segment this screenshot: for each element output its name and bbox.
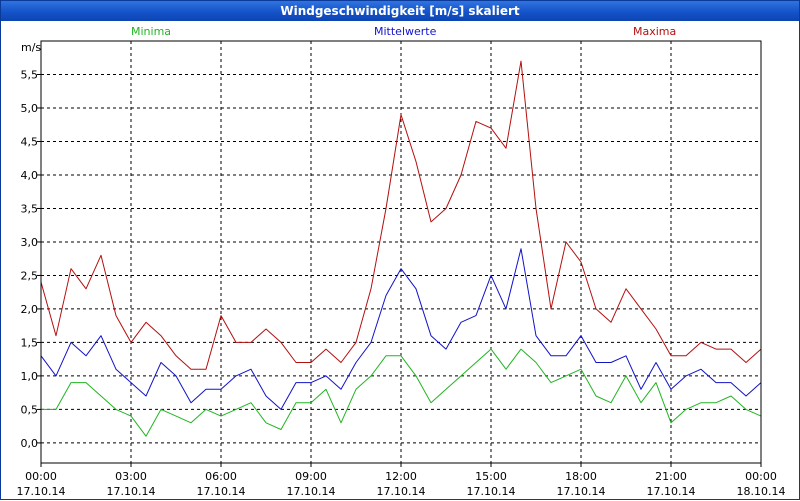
- x-tick-time: 12:00: [385, 470, 417, 483]
- x-tick-date: 17.10.14: [287, 485, 336, 498]
- grid-lines: [41, 41, 761, 463]
- x-tick-time: 21:00: [655, 470, 687, 483]
- x-tick-date: 18.10.14: [737, 485, 786, 498]
- x-tick-date: 17.10.14: [467, 485, 516, 498]
- y-tick-label: 2,0: [21, 303, 39, 316]
- y-tick-label: 4,5: [21, 135, 39, 148]
- x-tick-time: 00:00: [25, 470, 57, 483]
- y-tick-label: 0,0: [21, 437, 39, 450]
- series-line-minima: [41, 348, 762, 437]
- line-chart: 0,0 0,5 1,0 1,5 2,0 2,5 3,0 3,5 4,0 4,5 5,0 5,5 00:…: [17, 40, 786, 498]
- x-tick-time: 03:00: [115, 470, 147, 483]
- x-tick-date: 17.10.14: [17, 485, 66, 498]
- x-tick-time: 06:00: [205, 470, 237, 483]
- legend-mittelwerte: Mittelwerte: [374, 25, 437, 38]
- x-tick-date: 17.10.14: [107, 485, 156, 498]
- chart-window: Windgeschwindigkeit [m/s] skaliert 0,0 0,…: [0, 0, 800, 500]
- x-tick-time: 00:00: [745, 470, 777, 483]
- y-tick-label: 0,5: [21, 403, 39, 416]
- y-tick-label: 1,5: [21, 336, 39, 349]
- x-tick-time: 18:00: [565, 470, 597, 483]
- x-tick-date: 17.10.14: [557, 485, 606, 498]
- x-tick-date: 17.10.14: [377, 485, 426, 498]
- x-tick-date: 17.10.14: [197, 485, 246, 498]
- y-axis: 0,0 0,5 1,0 1,5 2,0 2,5 3,0 3,5 4,0 4,5 5,0 5,5: [21, 68, 41, 450]
- y-tick-label: 3,0: [21, 236, 39, 249]
- x-tick-date: 17.10.14: [647, 485, 696, 498]
- y-tick-label: 4,0: [21, 169, 39, 182]
- y-axis-unit: m/s: [21, 41, 42, 54]
- y-tick-label: 5,0: [21, 102, 39, 115]
- x-tick-time: 09:00: [295, 470, 327, 483]
- legend-maxima: Maxima: [633, 25, 677, 38]
- y-tick-label: 1,0: [21, 370, 39, 383]
- y-tick-label: 2,5: [21, 269, 39, 282]
- legend-minima: Minima: [131, 25, 172, 38]
- y-tick-label: 5,5: [21, 68, 39, 81]
- x-tick-time: 15:00: [475, 470, 507, 483]
- y-tick-label: 3,5: [21, 202, 39, 215]
- x-axis: 00:00 17.10.14 03:00 17.10.14 06:00 17.10.14 0…: [17, 463, 786, 498]
